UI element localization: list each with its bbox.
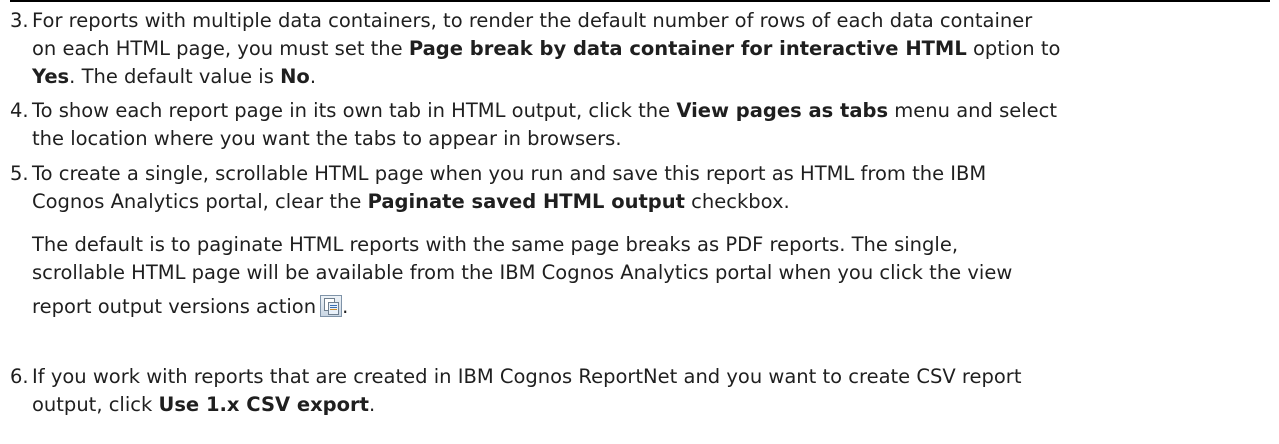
- step-text: To show each report page in its own tab …: [32, 97, 1270, 153]
- bold-term: Page break by data container for interac…: [408, 37, 967, 60]
- step-5: 5. To create a single, scrollable HTML p…: [10, 160, 1270, 321]
- step-4: 4. To show each report page in its own t…: [10, 97, 1270, 153]
- note-line: scrollable HTML page will be available f…: [32, 261, 1013, 284]
- bold-term: Use 1.x CSV export: [158, 393, 369, 416]
- line: Cognos Analytics portal, clear the Pagin…: [32, 190, 790, 213]
- note-line: The default is to paginate HTML reports …: [32, 233, 959, 256]
- bold-term: No: [280, 65, 310, 88]
- report-output-versions-icon: [320, 295, 343, 317]
- step-number: 5.: [10, 162, 29, 185]
- document-page: 3. For reports with multiple data contai…: [0, 0, 1279, 444]
- step-text: To create a single, scrollable HTML page…: [32, 160, 1270, 321]
- step-text: For reports with multiple data container…: [32, 7, 1270, 91]
- step-number: 3.: [10, 9, 29, 32]
- line: Yes. The default value is No.: [32, 65, 317, 88]
- step-6: 6. If you work with reports that are cre…: [10, 363, 1270, 419]
- note-text: report output versions action: [32, 295, 317, 318]
- line: To show each report page in its own tab …: [32, 99, 1058, 122]
- step-text: If you work with reports that are create…: [32, 363, 1270, 419]
- bold-term: View pages as tabs: [676, 99, 889, 122]
- step-number: 4.: [10, 99, 29, 122]
- note-end: .: [342, 295, 349, 318]
- bold-term: Yes: [32, 65, 70, 88]
- line: the location where you want the tabs to …: [32, 127, 622, 150]
- line: on each HTML page, you must set the Page…: [32, 37, 1061, 60]
- line: To create a single, scrollable HTML page…: [32, 162, 987, 185]
- line: If you work with reports that are create…: [32, 365, 1022, 388]
- top-rule: [10, 0, 1270, 2]
- bold-term: Paginate saved HTML output: [367, 190, 685, 213]
- step-note: The default is to paginate HTML reports …: [32, 231, 1270, 321]
- step-3: 3. For reports with multiple data contai…: [10, 7, 1270, 91]
- line: output, click Use 1.x CSV export.: [32, 393, 376, 416]
- note-line-with-icon: report output versions action .: [32, 293, 1270, 321]
- line: For reports with multiple data container…: [32, 9, 1033, 32]
- step-number: 6.: [10, 365, 29, 388]
